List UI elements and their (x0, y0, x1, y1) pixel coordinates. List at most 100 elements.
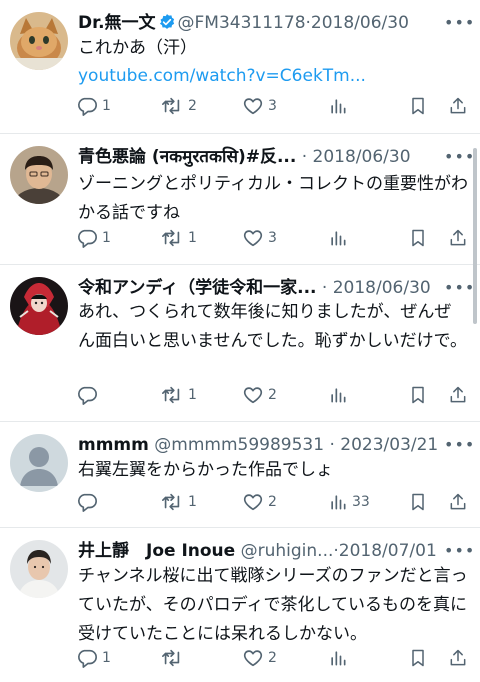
tweet-actions: 1 2 33 (76, 489, 470, 515)
tweet[interactable]: Dr.無一文 @FM34311178·2018/06/30 ••• これかあ（汗）… (0, 0, 480, 134)
reply-icon (78, 229, 97, 248)
share-icon (450, 229, 466, 246)
handle[interactable]: @mmmm59989531 (154, 435, 324, 455)
tweet-date[interactable]: 2018/06/30 (333, 278, 431, 298)
retweet-count: 1 (188, 230, 197, 246)
avatar[interactable] (10, 277, 68, 335)
like-button[interactable]: 2 (242, 382, 277, 408)
views-button[interactable]: 33 (328, 489, 370, 515)
reply-count: 1 (102, 650, 111, 666)
reply-icon (78, 649, 97, 668)
reply-icon (78, 493, 97, 512)
share-button[interactable] (448, 225, 468, 251)
reply-button[interactable]: 1 (76, 645, 111, 671)
avatar[interactable] (10, 434, 68, 492)
tweet-actions: 1 2 3 (76, 93, 470, 119)
bookmark-button[interactable] (408, 645, 428, 671)
retweet-icon (162, 649, 180, 667)
bookmark-icon (412, 493, 424, 511)
tweet-link[interactable]: youtube.com/watch?v=C6ekTm... (78, 62, 366, 91)
views-button[interactable] (328, 645, 352, 671)
share-icon (450, 97, 466, 114)
tweet-date[interactable]: 2018/06/30 (313, 147, 411, 167)
handle[interactable]: @ruhigin... (241, 541, 334, 561)
share-button[interactable] (448, 93, 468, 119)
like-button[interactable]: 2 (242, 489, 277, 515)
bookmark-button[interactable] (408, 93, 428, 119)
man-portrait-avatar (10, 146, 68, 204)
separator-dot: · (296, 147, 313, 167)
reply-icon (78, 386, 97, 405)
display-name[interactable]: Dr.無一文 (78, 13, 156, 33)
reply-icon (78, 97, 97, 116)
tweet-actions: 1 1 3 (76, 225, 470, 251)
display-name[interactable]: 青色悪論 (नकमुरतकसि)#反... (78, 147, 296, 167)
tweet[interactable]: 井上靜 Joe Inoue @ruhigin...·2018/07/01 •••… (0, 528, 480, 682)
tweet[interactable]: 青色悪論 (नकमुरतकसि)#反... · 2018/06/30 ••• ゾ… (0, 134, 480, 265)
display-name[interactable]: 井上靜 Joe Inoue (78, 541, 235, 561)
tweet-header: mmmm @mmmm59989531 · 2023/03/21 (78, 432, 440, 458)
retweet-button[interactable]: 1 (160, 382, 197, 408)
reply-button[interactable] (76, 489, 102, 515)
tweet-date[interactable]: 2018/06/30 (311, 13, 409, 33)
more-options-icon[interactable]: ••• (444, 149, 474, 172)
bookmark-button[interactable] (408, 382, 428, 408)
tweet-header: 青色悪論 (नकमुरतकसि)#反... · 2018/06/30 (78, 144, 440, 170)
share-icon (450, 493, 466, 510)
views-chart-icon (331, 388, 346, 403)
bookmark-button[interactable] (408, 489, 428, 515)
views-button[interactable] (328, 225, 352, 251)
display-name[interactable]: 令和アンディ（学徒令和一家... (78, 278, 317, 298)
views-button[interactable] (328, 382, 352, 408)
tweet[interactable]: 令和アンディ（学徒令和一家... · 2018/06/30 ••• あれ、つくら… (0, 265, 480, 422)
tweet[interactable]: mmmm @mmmm59989531 · 2023/03/21 ••• 右翼左翼… (0, 422, 480, 528)
retweet-icon (162, 386, 180, 404)
bookmark-icon (412, 649, 424, 667)
retweet-button[interactable]: 1 (160, 489, 197, 515)
bookmark-icon (412, 229, 424, 247)
share-icon (450, 386, 466, 403)
avatar[interactable] (10, 540, 68, 598)
views-button[interactable] (328, 93, 352, 119)
heart-icon (243, 494, 263, 511)
retweet-count: 1 (188, 494, 197, 510)
share-button[interactable] (448, 645, 468, 671)
like-count: 2 (268, 494, 277, 510)
like-button[interactable]: 3 (242, 93, 277, 119)
share-button[interactable] (448, 489, 468, 515)
tweet-header: 井上靜 Joe Inoue @ruhigin...·2018/07/01 (78, 538, 440, 564)
views-chart-icon (331, 495, 346, 510)
like-count: 2 (268, 650, 277, 666)
tweet-header: Dr.無一文 @FM34311178·2018/06/30 (78, 10, 440, 36)
retweet-button[interactable]: 1 (160, 225, 197, 251)
retweet-button[interactable]: 2 (160, 93, 197, 119)
tweet-date[interactable]: 2018/07/01 (339, 541, 437, 561)
reply-button[interactable]: 1 (76, 93, 111, 119)
handle[interactable]: @FM34311178 (178, 13, 306, 33)
scrollbar[interactable] (473, 148, 477, 324)
views-chart-icon (331, 99, 346, 114)
like-button[interactable]: 2 (242, 645, 277, 671)
tweet-actions: 1 2 (76, 382, 470, 408)
heart-icon (243, 387, 263, 404)
bookmark-icon (412, 386, 424, 404)
tweet-actions: 1 2 (76, 645, 470, 671)
share-button[interactable] (448, 382, 468, 408)
tweet-date[interactable]: 2023/03/21 (340, 435, 438, 455)
avatar[interactable] (10, 146, 68, 204)
like-count: 2 (268, 387, 277, 403)
bookmark-button[interactable] (408, 225, 428, 251)
like-button[interactable]: 3 (242, 225, 277, 251)
retweet-button[interactable] (160, 645, 188, 671)
views-chart-icon (331, 651, 346, 666)
woman-portrait-avatar (10, 540, 68, 598)
reply-count: 1 (102, 230, 111, 246)
reply-button[interactable]: 1 (76, 225, 111, 251)
retweet-icon (162, 97, 180, 115)
tweet-text: チャンネル桜に出て戦隊シリーズのファンだと言っていたが、そのパロディで茶化してい… (78, 566, 468, 644)
verified-badge-icon (158, 13, 176, 36)
avatar[interactable] (10, 12, 68, 70)
display-name[interactable]: mmmm (78, 435, 149, 455)
tweet-text: あれ、つくられて数年後に知りましたが、ぜんぜん面白いと思いませんでした。恥ずかし… (78, 302, 467, 351)
reply-button[interactable] (76, 382, 102, 408)
